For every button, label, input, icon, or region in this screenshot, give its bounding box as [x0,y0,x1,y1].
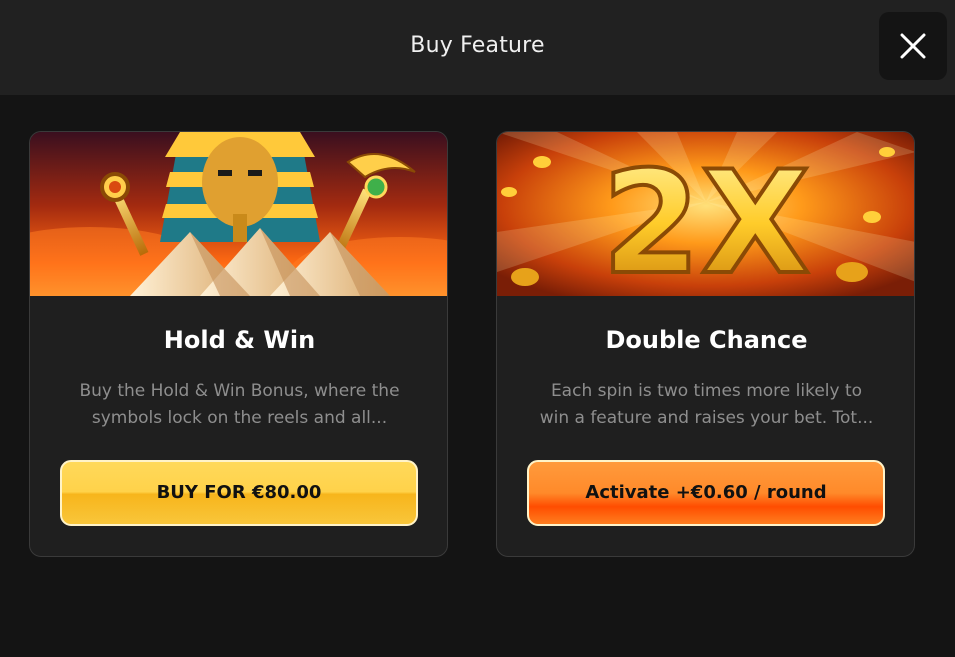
golden-2x-image: 2X [497,132,914,296]
description-line: symbols lock on the reels and all... [91,408,388,428]
card-title: Double Chance [605,326,808,354]
card-description: Buy the Hold & Win Bonus, where the symb… [60,378,419,432]
pharaoh-pyramids-image [30,132,447,296]
description-line: win a feature and raises your bet. Tot..… [539,408,874,428]
activate-double-chance-button[interactable]: Activate +€0.60 / round [527,460,885,526]
description-line: Each spin is two times more likely to [550,381,863,401]
card-title: Hold & Win [163,326,316,354]
page-title: Buy Feature [410,33,545,58]
description-line: Buy the Hold & Win Bonus, where the [79,381,400,401]
banner-2x-text: 2X [602,141,810,296]
feature-card-hold-and-win: Hold & Win Buy the Hold & Win Bonus, whe… [29,131,448,557]
close-icon [900,33,926,59]
card-description: Each spin is two times more likely to wi… [527,378,886,432]
feature-card-double-chance: 2X Double Chance Each spin is two times … [496,131,915,557]
close-button[interactable] [879,12,947,80]
buy-bonus-button[interactable]: BUY FOR €80.00 [60,460,418,526]
